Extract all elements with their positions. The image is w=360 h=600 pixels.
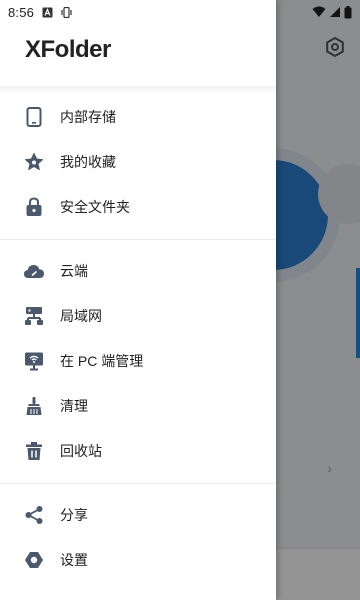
app-title: XFolder: [25, 36, 111, 63]
navigation-drawer: 8:56 XFolder 内部存储 我的收藏 安全文件夹 云端 局域网 在 PC…: [0, 0, 276, 600]
menu-item-recycle-bin[interactable]: 回收站: [0, 428, 276, 473]
storage-section: 内部存储 我的收藏 安全文件夹: [0, 94, 276, 229]
menu-item-pc-manage[interactable]: 在 PC 端管理: [0, 338, 276, 383]
other-section: 分享 设置: [0, 492, 276, 582]
cloud-icon: [23, 260, 45, 282]
settings-icon: [23, 549, 45, 571]
menu-item-label: 局域网: [60, 307, 102, 324]
menu-item-label: 内部存储: [60, 108, 116, 125]
menu-item-secure-folder[interactable]: 安全文件夹: [0, 184, 276, 229]
pc-wifi-icon: [23, 350, 45, 372]
vibrate-icon: [61, 6, 72, 18]
menu-item-label: 安全文件夹: [60, 198, 130, 215]
menu-item-label: 云端: [60, 262, 88, 279]
star-icon: [23, 151, 45, 173]
menu-item-label: 我的收藏: [60, 153, 116, 170]
menu-item-label: 在 PC 端管理: [60, 352, 144, 369]
menu-item-internal-storage[interactable]: 内部存储: [0, 94, 276, 139]
section-divider: [0, 239, 276, 240]
menu-item-label: 设置: [60, 551, 88, 568]
menu-item-clean[interactable]: 清理: [0, 383, 276, 428]
phone-icon: [23, 106, 45, 128]
menu-item-label: 分享: [60, 506, 88, 523]
menu-item-label: 清理: [60, 397, 88, 414]
lock-icon: [23, 196, 45, 218]
menu-item-cloud[interactable]: 云端: [0, 248, 276, 293]
header-separator: [0, 86, 276, 94]
share-icon: [23, 504, 45, 526]
menu-item-favorites[interactable]: 我的收藏: [0, 139, 276, 184]
menu-item-share[interactable]: 分享: [0, 492, 276, 537]
broom-icon: [23, 395, 45, 417]
menu-item-settings[interactable]: 设置: [0, 537, 276, 582]
network-section: 云端 局域网 在 PC 端管理 清理 回收站: [0, 248, 276, 473]
lan-icon: [23, 305, 45, 327]
section-divider: [0, 483, 276, 484]
notification-a-icon: [42, 7, 53, 17]
status-bar: 8:56: [0, 0, 276, 24]
status-time: 8:56: [8, 4, 35, 20]
menu-item-label: 回收站: [60, 442, 102, 459]
menu-item-lan[interactable]: 局域网: [0, 293, 276, 338]
trash-icon: [23, 440, 45, 462]
